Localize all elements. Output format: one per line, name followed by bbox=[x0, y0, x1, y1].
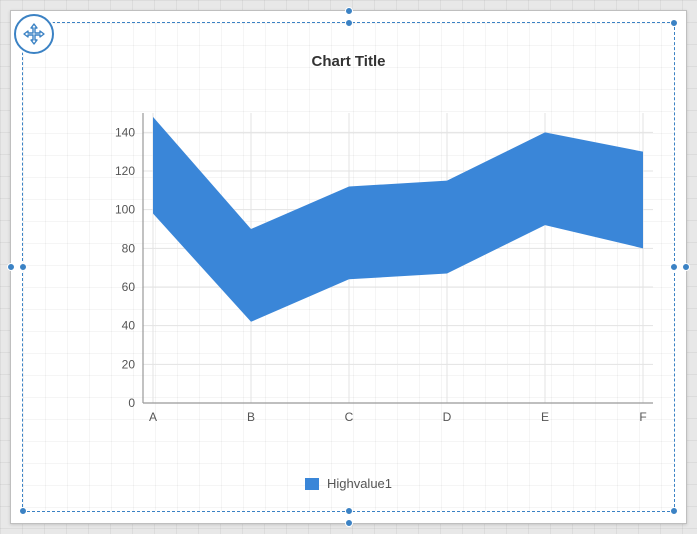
svg-text:40: 40 bbox=[122, 319, 136, 333]
move-handle-icon[interactable] bbox=[14, 14, 54, 54]
svg-text:E: E bbox=[541, 410, 549, 424]
resize-handle-s[interactable] bbox=[345, 519, 353, 527]
svg-text:A: A bbox=[149, 410, 157, 424]
inner-handle-se[interactable] bbox=[670, 507, 678, 515]
svg-text:140: 140 bbox=[115, 125, 135, 139]
inner-handle-s[interactable] bbox=[345, 507, 353, 515]
resize-handle-n[interactable] bbox=[345, 7, 353, 15]
svg-text:80: 80 bbox=[122, 241, 136, 255]
legend-swatch bbox=[305, 478, 319, 490]
chart-legend[interactable]: Highvalue1 bbox=[23, 476, 674, 491]
inner-handle-e[interactable] bbox=[670, 263, 678, 271]
chart-svg: 0 20 40 60 80 100 120 140 A B C D E F bbox=[103, 103, 663, 433]
inner-handle-sw[interactable] bbox=[19, 507, 27, 515]
svg-text:C: C bbox=[345, 410, 354, 424]
resize-handle-e[interactable] bbox=[682, 263, 690, 271]
svg-text:120: 120 bbox=[115, 164, 135, 178]
svg-text:D: D bbox=[443, 410, 452, 424]
inner-handle-w[interactable] bbox=[19, 263, 27, 271]
svg-text:B: B bbox=[247, 410, 255, 424]
chart-plot-selection[interactable]: Chart Title 0 20 40 60 80 100 120 140 A B C D E F Hig… bbox=[22, 22, 675, 512]
resize-handle-w[interactable] bbox=[7, 263, 15, 271]
svg-text:0: 0 bbox=[128, 396, 135, 410]
legend-label: Highvalue1 bbox=[327, 476, 392, 491]
spreadsheet-canvas: Chart Title 0 20 40 60 80 100 120 140 A B C D E F Hig… bbox=[0, 0, 697, 534]
svg-text:100: 100 bbox=[115, 203, 135, 217]
svg-text:60: 60 bbox=[122, 280, 136, 294]
svg-text:F: F bbox=[639, 410, 646, 424]
inner-handle-n[interactable] bbox=[345, 19, 353, 27]
chart-title[interactable]: Chart Title bbox=[23, 53, 674, 70]
svg-text:20: 20 bbox=[122, 357, 136, 371]
inner-handle-ne[interactable] bbox=[670, 19, 678, 27]
chart-plot-area[interactable]: 0 20 40 60 80 100 120 140 A B C D E F bbox=[103, 103, 663, 433]
series-area[interactable] bbox=[153, 117, 643, 322]
